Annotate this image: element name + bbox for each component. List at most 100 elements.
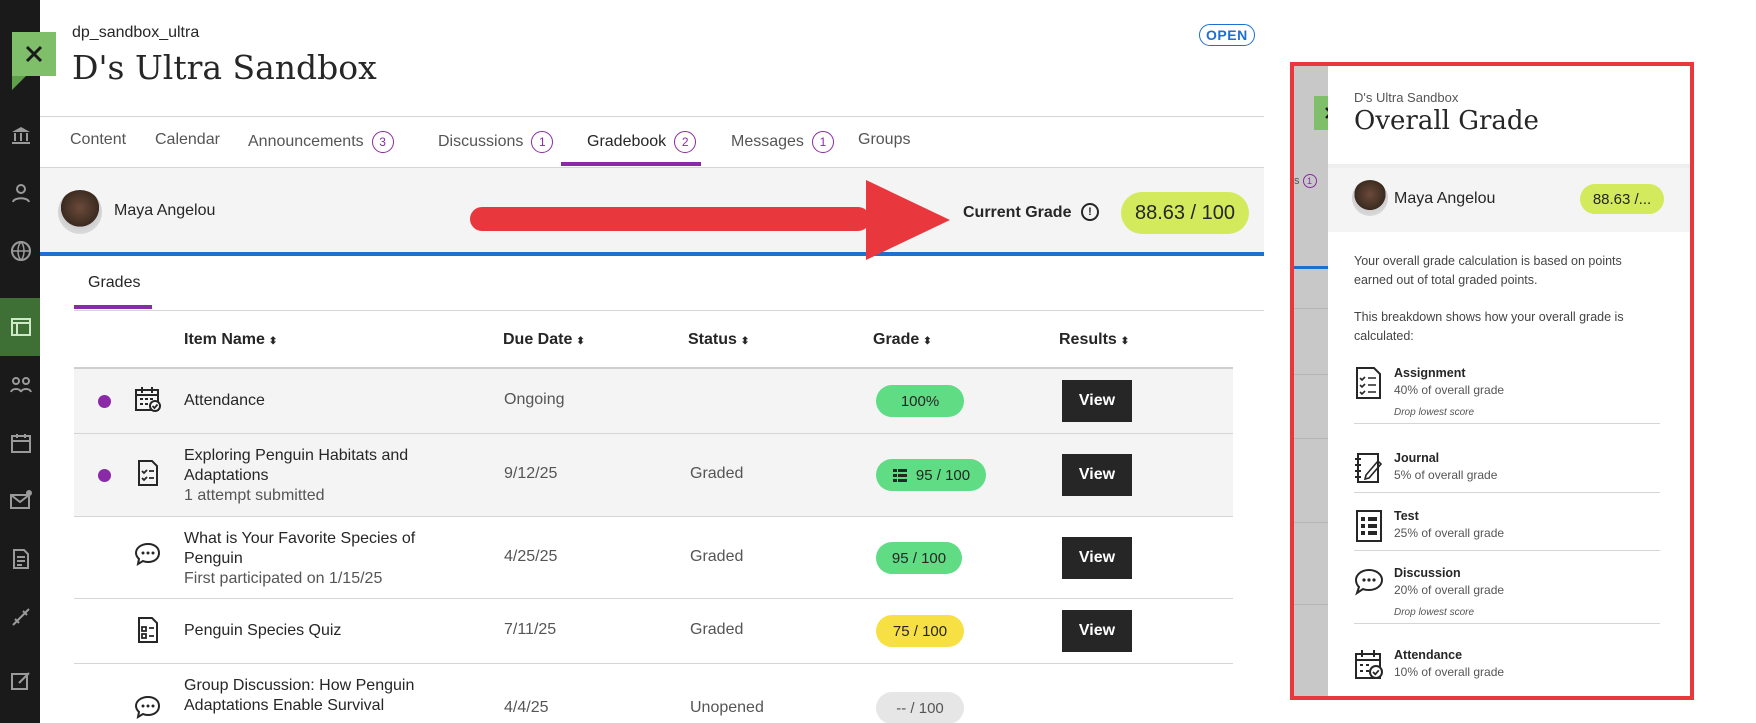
col-due-date[interactable]: Due Date ⬍	[503, 331, 585, 349]
category-title: Journal	[1394, 451, 1440, 465]
status: Graded	[690, 548, 744, 565]
view-button[interactable]: View	[1062, 610, 1132, 652]
globe-icon[interactable]	[8, 238, 34, 264]
view-button[interactable]: View	[1062, 454, 1132, 496]
status: Unopened	[690, 699, 764, 716]
category-item: Discussion 20% of overall grade Drop low…	[1354, 566, 1660, 624]
tab-label: Gradebook	[587, 133, 667, 150]
count-badge: 1	[531, 131, 554, 153]
item-name[interactable]: Exploring Penguin Habitats and Adaptatio…	[184, 446, 464, 506]
status: Graded	[690, 465, 744, 482]
col-results[interactable]: Results ⬍	[1059, 331, 1129, 349]
annotation-arrow	[470, 180, 950, 260]
tools-icon[interactable]	[8, 604, 34, 630]
institution-icon[interactable]	[8, 122, 34, 148]
tab-label: Discussions	[438, 133, 524, 150]
peek-text: s 1	[1294, 174, 1317, 188]
item-name[interactable]: Penguin Species Quiz	[184, 621, 464, 641]
info-icon[interactable]: !	[1081, 203, 1099, 221]
category-weight: 10% of overall grade	[1394, 665, 1505, 679]
grade-pill[interactable]: 75 / 100	[876, 615, 964, 647]
column-label: Grade	[873, 331, 920, 348]
calendar-icon[interactable]	[8, 430, 34, 456]
column-label: Results	[1059, 331, 1117, 348]
organizations-icon[interactable]	[8, 372, 34, 398]
peek-count-badge: 1	[1302, 174, 1317, 188]
divider	[1294, 604, 1328, 605]
due-date: 7/11/25	[504, 621, 557, 638]
tab-calendar[interactable]: Calendar	[155, 131, 220, 149]
grade-pill[interactable]: 95 / 100	[876, 542, 962, 574]
column-label: Item Name	[184, 331, 265, 348]
left-nav-rail	[0, 0, 40, 723]
divider	[1294, 308, 1328, 309]
courses-icon[interactable]	[8, 314, 34, 340]
panel-title: Overall Grade	[1354, 106, 1539, 136]
edit-icon[interactable]	[8, 668, 34, 694]
tab-grades[interactable]: Grades	[88, 274, 140, 292]
item-name[interactable]: Group Discussion: How Penguin Adaptation…	[184, 676, 464, 716]
count-badge: 3	[371, 131, 394, 153]
table-row[interactable]: Group Discussion: How Penguin Adaptation…	[74, 664, 1233, 723]
item-name[interactable]: Attendance	[184, 391, 464, 411]
discussion-icon	[134, 542, 161, 567]
category-weight: 20% of overall grade	[1394, 583, 1505, 597]
category-note: Drop lowest score	[1394, 407, 1475, 418]
journal-icon	[1355, 453, 1383, 483]
grade-value: -- / 100	[896, 699, 944, 717]
profile-icon[interactable]	[8, 180, 34, 206]
table-row[interactable]: Penguin Species Quiz 7/11/25 Graded 75 /…	[74, 599, 1233, 664]
due-date: Ongoing	[504, 391, 565, 408]
col-item-name[interactable]: Item Name ⬍	[184, 331, 277, 349]
current-grade-pill[interactable]: 88.63 / 100	[1121, 192, 1249, 234]
count-badge: 2	[674, 131, 697, 153]
sort-icon: ⬍	[1120, 336, 1130, 347]
view-button[interactable]: View	[1062, 380, 1132, 422]
table-row[interactable]: What is Your Favorite Species of Penguin…	[74, 517, 1233, 599]
sort-icon: ⬍	[268, 336, 278, 347]
tab-label: Messages	[731, 133, 804, 150]
item-title[interactable]: What is Your Favorite Species of Penguin	[184, 530, 415, 567]
category-weight: 5% of overall grade	[1394, 468, 1498, 482]
grade-value: 95 / 100	[915, 466, 971, 484]
background-peek: s 1	[1294, 66, 1328, 696]
table-row[interactable]: Attendance Ongoing 100% View	[74, 369, 1233, 434]
grade-pill[interactable]: 100%	[876, 385, 964, 417]
item-subtext: 1 attempt submitted	[184, 487, 325, 504]
due-date: 4/4/25	[504, 699, 549, 716]
category-title: Attendance	[1394, 648, 1463, 662]
breakdown-description: This breakdown shows how your overall gr…	[1354, 310, 1624, 343]
overall-grade-panel: s 1 D's Ultra Sandbox Overall Grade Maya…	[1290, 62, 1694, 700]
tab-messages[interactable]: Messages 1	[731, 131, 834, 153]
test-icon	[138, 617, 158, 643]
tab-discussions[interactable]: Discussions 1	[438, 131, 554, 153]
avatar	[1352, 180, 1388, 216]
table-row[interactable]: Exploring Penguin Habitats and Adaptatio…	[74, 434, 1233, 517]
assignment-icon	[1356, 367, 1381, 399]
messages-icon[interactable]	[8, 488, 34, 514]
tab-gradebook[interactable]: Gradebook 2	[587, 131, 697, 153]
column-label: Due Date	[503, 331, 573, 348]
close-course-button[interactable]	[12, 32, 56, 90]
col-grade[interactable]: Grade ⬍	[873, 331, 932, 349]
grades-icon[interactable]	[8, 546, 34, 572]
close-icon	[25, 45, 43, 63]
item-name[interactable]: What is Your Favorite Species of Penguin…	[184, 529, 464, 589]
category-weight: 25% of overall grade	[1394, 526, 1505, 540]
sort-icon: ⬍	[923, 336, 932, 347]
student-name: Maya Angelou	[1394, 190, 1496, 207]
grade-pill[interactable]: 95 / 100	[876, 459, 986, 491]
view-button[interactable]: View	[1062, 537, 1132, 579]
tab-groups[interactable]: Groups	[858, 131, 910, 149]
overall-grade-pill: 88.63 /...	[1580, 184, 1664, 214]
divider	[1294, 374, 1328, 375]
grade-pill[interactable]: -- / 100	[876, 692, 964, 723]
item-title[interactable]: Exploring Penguin Habitats and Adaptatio…	[184, 447, 408, 484]
category-weight: 40% of overall grade	[1394, 383, 1505, 397]
tab-announcements[interactable]: Announcements 3	[248, 131, 394, 153]
panel-body: D's Ultra Sandbox Overall Grade Maya Ang…	[1328, 66, 1690, 696]
group-discussion-icon	[134, 695, 161, 720]
tab-content[interactable]: Content	[70, 131, 126, 149]
col-status[interactable]: Status ⬍	[688, 331, 749, 349]
student-name: Maya Angelou	[114, 202, 216, 219]
